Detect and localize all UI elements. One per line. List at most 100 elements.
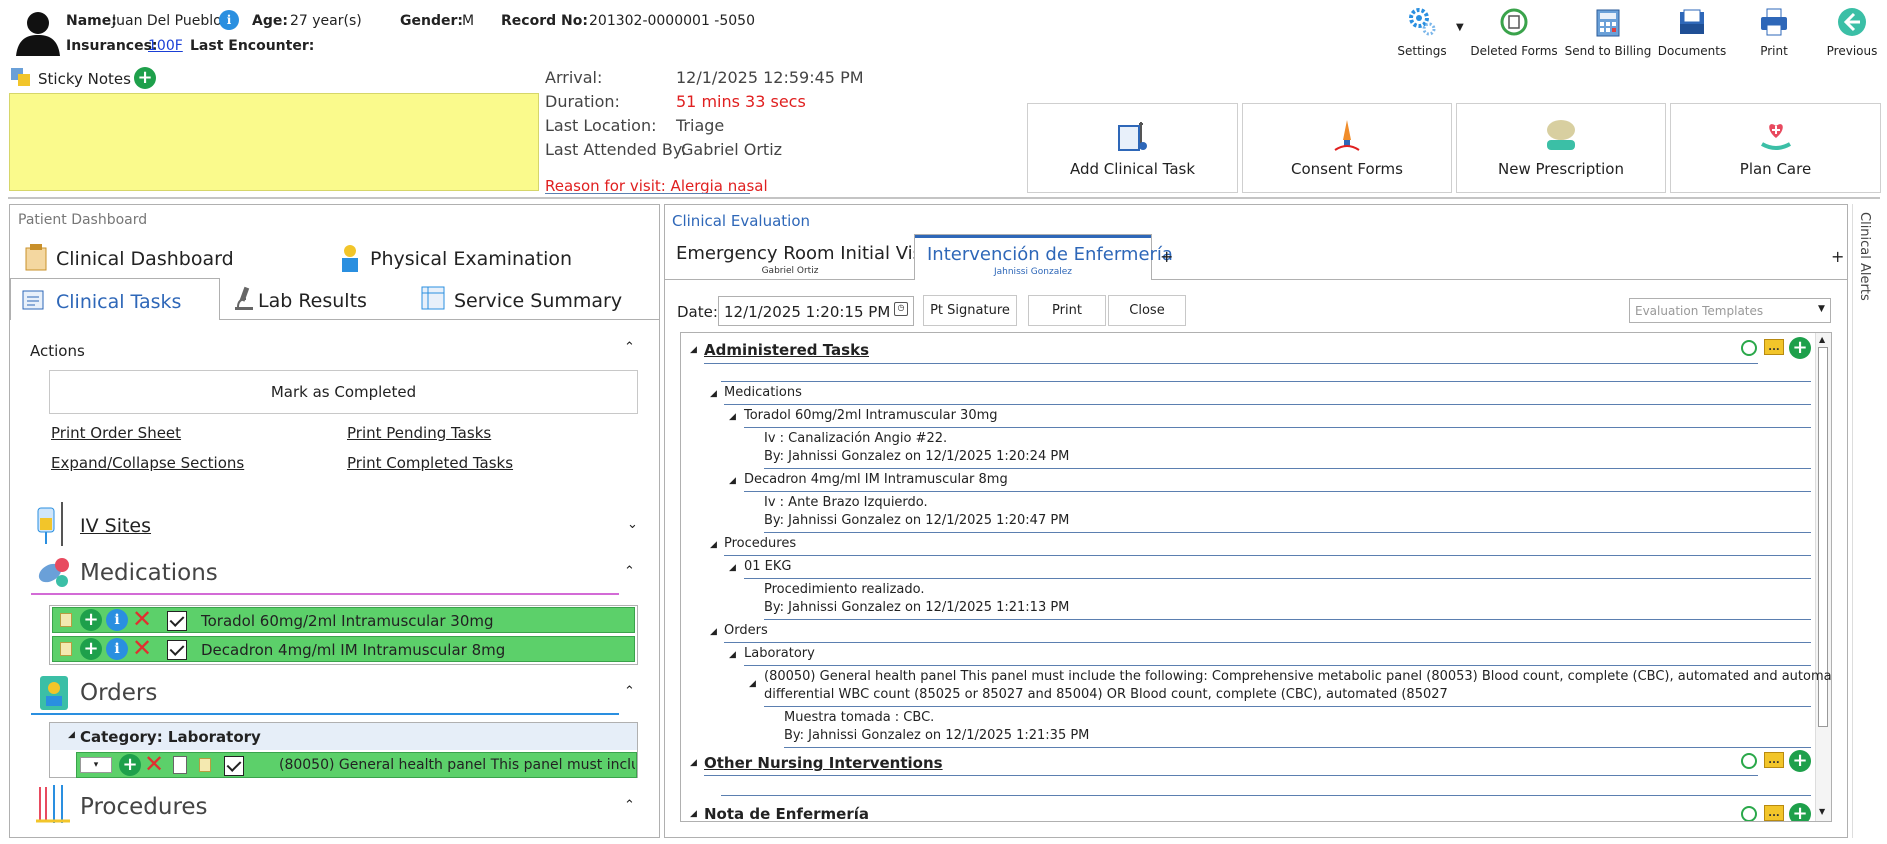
delete-icon[interactable]: ✕ [132,607,152,631]
complete-checkbox[interactable] [167,639,187,660]
mark-completed-button[interactable]: Mark as Completed [49,370,638,414]
add-icon[interactable]: + [119,754,141,776]
collapse-triangle-icon[interactable]: ◢ [710,389,717,399]
order-row[interactable]: ▾ + ✕ (80050) General health panel This … [76,752,637,778]
insurance-link[interactable]: 100F [148,38,183,54]
medication-row[interactable]: + i ✕ Decadron 4mg/ml IM Intramuscular 8… [52,636,635,662]
deleted-forms-button[interactable]: Deleted Forms [1470,6,1558,58]
add-icon[interactable]: + [1789,337,1811,359]
expand-collapse-link[interactable]: Expand/Collapse Sections [51,454,244,472]
collapse-triangle-icon[interactable]: ◢ [68,730,75,740]
template-dropdown-icon[interactable]: ▾ [80,757,112,773]
add-icon[interactable]: + [80,638,102,660]
collapse-triangle-icon[interactable]: ◢ [749,679,756,689]
inbox-icon [1680,9,1704,34]
add-tab-button[interactable]: + [1160,247,1173,266]
document-icon[interactable] [173,756,187,774]
complete-checkbox[interactable] [224,755,244,776]
quote-icon[interactable]: ... [1764,805,1784,821]
tab-er-initial-visit-label: Emergency Room Initial Visit [676,243,935,264]
collapse-triangle-icon[interactable]: ◢ [729,476,736,486]
procedures-collapse-icon[interactable]: ⌃ [624,798,635,813]
add-icon[interactable]: + [1789,750,1811,772]
tab-intervencion-enfermeria[interactable]: Intervención de Enfermería Jahnissi Gonz… [914,234,1173,280]
send-billing-button[interactable]: Send to Billing [1565,6,1651,58]
tab-intervencion-author: Jahnissi Gonzalez [993,267,1072,277]
print-completed-tasks-link[interactable]: Print Completed Tasks [347,454,513,472]
iv-sites-expand-icon[interactable]: ⌄ [627,517,638,532]
vertical-scrollbar[interactable]: ▲ ▼ [1815,333,1831,821]
collapse-triangle-icon[interactable]: ◢ [729,563,736,573]
collapse-triangle-icon[interactable]: ◢ [690,758,697,768]
collapse-triangle-icon[interactable]: ◢ [729,412,736,422]
delete-icon[interactable]: ✕ [144,752,164,776]
medications-collapse-icon[interactable]: ⌃ [624,564,635,579]
decadron-by: By: Jahnissi Gonzalez on 12/1/2025 1:20:… [764,513,1070,528]
iv-sites-section[interactable]: IV Sites [80,515,151,537]
info-icon[interactable]: i [219,10,239,30]
calendar-icon[interactable]: ◷ [894,302,908,316]
administered-tasks-header[interactable]: Administered Tasks [704,341,869,359]
note-icon[interactable] [60,613,72,627]
add-icon[interactable]: + [80,609,102,631]
date-field[interactable]: 12/1/2025 1:20:15 PM ◷ [718,296,914,326]
add-clinical-task-button[interactable]: Add Clinical Task [1027,103,1238,193]
documents-button[interactable]: Documents [1652,6,1732,58]
print-pending-tasks-link[interactable]: Print Pending Tasks [347,424,491,442]
collapse-triangle-icon[interactable]: ◢ [690,345,697,355]
nota-enfermeria-header[interactable]: Nota de Enfermería [704,805,869,821]
add-icon[interactable]: + [1789,803,1811,821]
tab-clinical-tasks[interactable]: Clinical Tasks [10,278,220,320]
tab-clinical-dashboard[interactable]: Clinical Dashboard [56,248,234,270]
collapse-triangle-icon[interactable]: ◢ [710,540,717,550]
close-button[interactable]: Close [1108,295,1186,326]
tab-intervencion-label: Intervención de Enfermería [927,244,1173,265]
toradol-note: Iv : Canalización Angio #22. [764,431,948,446]
tab-lab-results[interactable]: Lab Results [258,290,367,312]
category-group-header[interactable]: ◢ Category: Laboratory [50,723,637,750]
previous-button[interactable]: Previous [1812,6,1887,58]
scroll-up-icon[interactable]: ▲ [1819,335,1825,344]
new-prescription-button[interactable]: New Prescription [1456,103,1666,193]
procedures-icon [36,785,70,823]
tab-physical-examination[interactable]: Physical Examination [370,248,572,270]
actions-collapse-icon[interactable]: ⌃ [624,340,635,355]
delete-icon[interactable]: ✕ [132,636,152,660]
quote-icon[interactable]: ... [1764,752,1784,768]
clinical-alerts-sidebar[interactable]: Clinical Alerts [1852,204,1880,838]
complete-checkbox[interactable] [167,610,187,631]
collapse-triangle-icon[interactable]: ◢ [690,809,697,819]
collapse-triangle-icon[interactable]: ◢ [710,627,717,637]
print-order-sheet-link[interactable]: Print Order Sheet [51,424,181,442]
tab-service-summary[interactable]: Service Summary [454,290,622,312]
doctor-icon [342,245,358,272]
consent-forms-button[interactable]: Consent Forms [1242,103,1452,193]
toradol-by: By: Jahnissi Gonzalez on 12/1/2025 1:20:… [764,449,1070,464]
sticky-notes-area[interactable] [9,93,539,191]
pt-signature-button[interactable]: Pt Signature [923,295,1017,326]
scroll-down-icon[interactable]: ▼ [1819,807,1825,816]
note-icon[interactable] [60,642,72,656]
avatar [16,12,60,56]
add-sticky-note-button[interactable]: + [134,67,156,89]
alarm-icon[interactable] [1741,806,1757,821]
plan-care-button[interactable]: Plan Care [1670,103,1881,193]
collapse-triangle-icon[interactable]: ◢ [729,650,736,660]
settings-dropdown-icon[interactable]: ▼ [1456,22,1464,33]
alarm-icon[interactable] [1741,753,1757,769]
info-icon[interactable]: i [106,609,128,631]
settings-button[interactable]: Settings [1382,6,1462,58]
medications-icon [38,558,69,587]
other-nursing-header[interactable]: Other Nursing Interventions [704,754,943,772]
add-tab-right-button[interactable]: + [1831,247,1844,266]
print-button[interactable]: Print [1028,295,1106,326]
evaluation-templates-select[interactable]: Evaluation Templates ▼ [1629,298,1831,323]
orders-collapse-icon[interactable]: ⌃ [624,684,635,699]
quote-icon[interactable]: ... [1764,339,1784,355]
alarm-icon[interactable] [1741,340,1757,356]
note-icon[interactable] [199,758,211,772]
info-icon[interactable]: i [106,638,128,660]
printer-icon [1761,8,1787,36]
tab-er-initial-visit[interactable]: Emergency Room Initial Visit Gabriel Ort… [668,236,934,280]
medication-row[interactable]: + i ✕ Toradol 60mg/2ml Intramuscular 30m… [52,607,635,633]
